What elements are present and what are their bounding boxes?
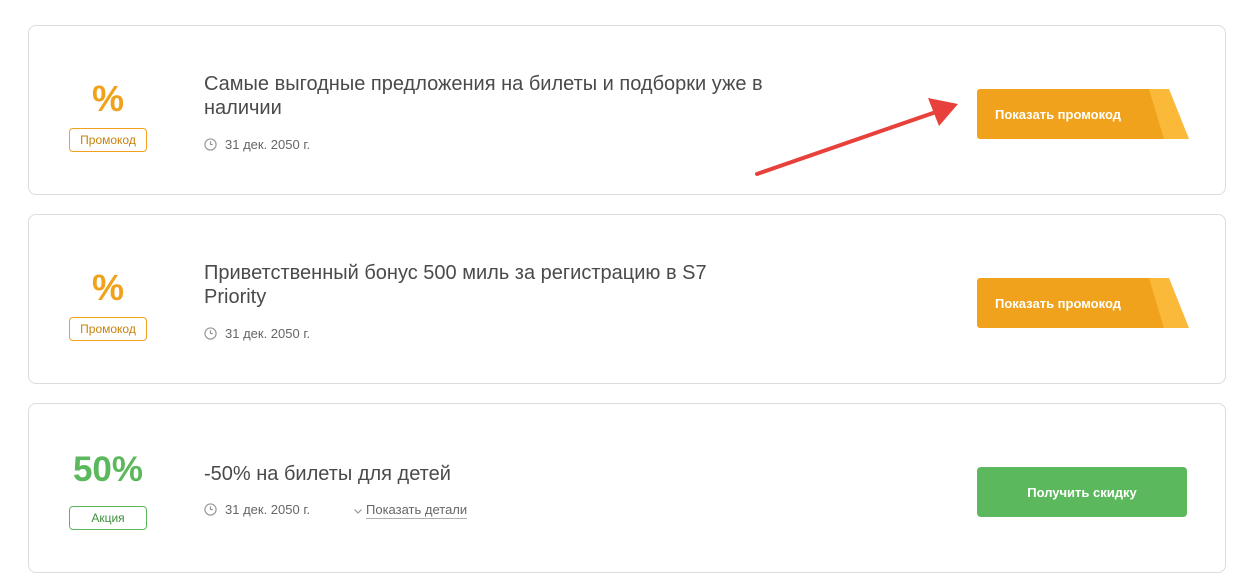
offer-expiry-date: 31 дек. 2050 г. — [225, 502, 311, 517]
peel-corner-icon — [1149, 278, 1189, 328]
promo-badge: Промокод — [69, 317, 147, 341]
show-details-label[interactable]: Показать детали — [366, 502, 468, 519]
clock-icon — [204, 503, 217, 516]
offer-type-column: % Промокод — [69, 26, 147, 194]
peel-corner-icon — [1149, 89, 1189, 139]
sale-badge: Акция — [69, 506, 147, 530]
promo-badge: Промокод — [69, 128, 147, 152]
offer-title[interactable]: Приветственный бонус 500 миль за регистр… — [204, 261, 774, 309]
discount-value: 50% — [72, 450, 144, 489]
offer-expiry: 31 дек. 2050 г. — [204, 326, 310, 341]
clock-icon — [204, 138, 217, 151]
chevron-down-icon — [354, 508, 362, 514]
offer-expiry-date: 31 дек. 2050 г. — [225, 137, 311, 152]
offer-type-column: 50% Акция — [69, 404, 147, 572]
show-details-link[interactable]: Показать детали — [353, 502, 468, 519]
show-promo-button-wrap[interactable]: Показать промокод — [977, 89, 1189, 139]
offer-expiry: 31 дек. 2050 г. — [204, 137, 310, 152]
offer-card: 50% Акция -50% на билеты для детей 31 де… — [28, 403, 1226, 573]
offer-card: % Промокод Самые выгодные предложения на… — [28, 25, 1226, 195]
show-promo-button-wrap[interactable]: Показать промокод — [977, 278, 1189, 328]
offer-expiry: 31 дек. 2050 г. — [204, 502, 310, 517]
offer-card: % Промокод Приветственный бонус 500 миль… — [28, 214, 1226, 384]
clock-icon — [204, 327, 217, 340]
get-discount-button[interactable]: Получить скидку — [977, 467, 1187, 517]
offer-title[interactable]: Самые выгодные предложения на билеты и п… — [204, 72, 774, 120]
offer-title[interactable]: -50% на билеты для детей — [204, 462, 774, 486]
offer-expiry-date: 31 дек. 2050 г. — [225, 326, 311, 341]
promo-percent-icon: % — [91, 78, 124, 119]
offer-type-column: % Промокод — [69, 215, 147, 383]
promo-percent-icon: % — [91, 267, 124, 308]
